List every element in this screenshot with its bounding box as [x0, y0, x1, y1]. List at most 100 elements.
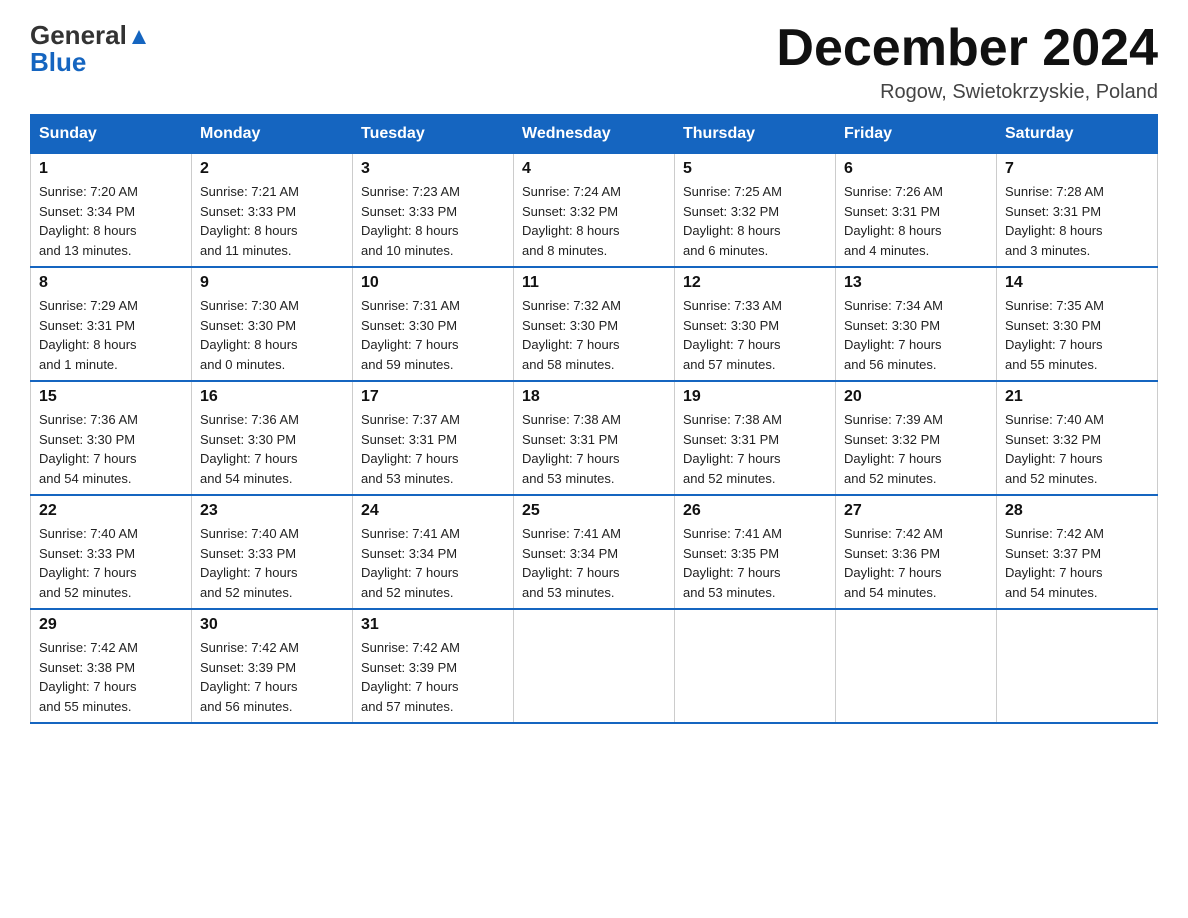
- calendar-cell-w3d5: 19 Sunrise: 7:38 AMSunset: 3:31 PMDayligh…: [675, 381, 836, 495]
- header-row: SundayMondayTuesdayWednesdayThursdayFrid…: [31, 115, 1158, 154]
- day-info: Sunrise: 7:38 AMSunset: 3:31 PMDaylight:…: [683, 410, 827, 488]
- day-number: 7: [1005, 160, 1149, 178]
- day-info: Sunrise: 7:40 AMSunset: 3:33 PMDaylight:…: [39, 524, 183, 602]
- day-number: 31: [361, 616, 505, 634]
- day-info: Sunrise: 7:41 AMSunset: 3:35 PMDaylight:…: [683, 524, 827, 602]
- calendar-cell-w5d7: [997, 609, 1158, 723]
- logo-triangle-icon: [128, 26, 150, 48]
- calendar-cell-w3d7: 21 Sunrise: 7:40 AMSunset: 3:32 PMDayligh…: [997, 381, 1158, 495]
- day-info: Sunrise: 7:25 AMSunset: 3:32 PMDaylight:…: [683, 182, 827, 260]
- day-info: Sunrise: 7:37 AMSunset: 3:31 PMDaylight:…: [361, 410, 505, 488]
- calendar-cell-w4d5: 26 Sunrise: 7:41 AMSunset: 3:35 PMDayligh…: [675, 495, 836, 609]
- calendar-cell-w5d6: [836, 609, 997, 723]
- logo-blue: Blue: [30, 47, 86, 78]
- day-info: Sunrise: 7:40 AMSunset: 3:33 PMDaylight:…: [200, 524, 344, 602]
- day-number: 2: [200, 160, 344, 178]
- calendar-cell-w5d3: 31 Sunrise: 7:42 AMSunset: 3:39 PMDayligh…: [353, 609, 514, 723]
- day-number: 14: [1005, 274, 1149, 292]
- calendar-header: SundayMondayTuesdayWednesdayThursdayFrid…: [31, 115, 1158, 154]
- day-info: Sunrise: 7:30 AMSunset: 3:30 PMDaylight:…: [200, 296, 344, 374]
- day-number: 23: [200, 502, 344, 520]
- day-info: Sunrise: 7:42 AMSunset: 3:39 PMDaylight:…: [361, 638, 505, 716]
- calendar-cell-w5d5: [675, 609, 836, 723]
- calendar-body: 1 Sunrise: 7:20 AMSunset: 3:34 PMDaylight…: [31, 154, 1158, 724]
- day-info: Sunrise: 7:42 AMSunset: 3:39 PMDaylight:…: [200, 638, 344, 716]
- day-info: Sunrise: 7:42 AMSunset: 3:36 PMDaylight:…: [844, 524, 988, 602]
- day-number: 29: [39, 616, 183, 634]
- day-info: Sunrise: 7:38 AMSunset: 3:31 PMDaylight:…: [522, 410, 666, 488]
- day-info: Sunrise: 7:39 AMSunset: 3:32 PMDaylight:…: [844, 410, 988, 488]
- header-sunday: Sunday: [31, 115, 192, 154]
- day-info: Sunrise: 7:40 AMSunset: 3:32 PMDaylight:…: [1005, 410, 1149, 488]
- calendar-cell-w3d2: 16 Sunrise: 7:36 AMSunset: 3:30 PMDayligh…: [192, 381, 353, 495]
- day-number: 21: [1005, 388, 1149, 406]
- day-number: 27: [844, 502, 988, 520]
- day-number: 19: [683, 388, 827, 406]
- day-info: Sunrise: 7:33 AMSunset: 3:30 PMDaylight:…: [683, 296, 827, 374]
- day-number: 1: [39, 160, 183, 178]
- day-number: 25: [522, 502, 666, 520]
- logo: General Blue: [30, 20, 150, 78]
- calendar-cell-w3d3: 17 Sunrise: 7:37 AMSunset: 3:31 PMDayligh…: [353, 381, 514, 495]
- day-info: Sunrise: 7:32 AMSunset: 3:30 PMDaylight:…: [522, 296, 666, 374]
- day-number: 6: [844, 160, 988, 178]
- calendar-cell-w2d7: 14 Sunrise: 7:35 AMSunset: 3:30 PMDayligh…: [997, 267, 1158, 381]
- calendar-cell-w1d6: 6 Sunrise: 7:26 AMSunset: 3:31 PMDaylight…: [836, 154, 997, 268]
- day-info: Sunrise: 7:42 AMSunset: 3:37 PMDaylight:…: [1005, 524, 1149, 602]
- day-info: Sunrise: 7:21 AMSunset: 3:33 PMDaylight:…: [200, 182, 344, 260]
- day-number: 28: [1005, 502, 1149, 520]
- day-info: Sunrise: 7:41 AMSunset: 3:34 PMDaylight:…: [361, 524, 505, 602]
- header-tuesday: Tuesday: [353, 115, 514, 154]
- calendar-cell-w2d5: 12 Sunrise: 7:33 AMSunset: 3:30 PMDayligh…: [675, 267, 836, 381]
- day-number: 26: [683, 502, 827, 520]
- day-number: 30: [200, 616, 344, 634]
- day-number: 3: [361, 160, 505, 178]
- day-number: 12: [683, 274, 827, 292]
- day-info: Sunrise: 7:35 AMSunset: 3:30 PMDaylight:…: [1005, 296, 1149, 374]
- day-info: Sunrise: 7:41 AMSunset: 3:34 PMDaylight:…: [522, 524, 666, 602]
- day-info: Sunrise: 7:26 AMSunset: 3:31 PMDaylight:…: [844, 182, 988, 260]
- day-info: Sunrise: 7:28 AMSunset: 3:31 PMDaylight:…: [1005, 182, 1149, 260]
- calendar-cell-w2d4: 11Sunrise: 7:32 AMSunset: 3:30 PMDayligh…: [514, 267, 675, 381]
- calendar-cell-w5d4: [514, 609, 675, 723]
- day-info: Sunrise: 7:31 AMSunset: 3:30 PMDaylight:…: [361, 296, 505, 374]
- day-info: Sunrise: 7:36 AMSunset: 3:30 PMDaylight:…: [39, 410, 183, 488]
- header-wednesday: Wednesday: [514, 115, 675, 154]
- calendar-cell-w2d2: 9Sunrise: 7:30 AMSunset: 3:30 PMDaylight…: [192, 267, 353, 381]
- calendar-cell-w3d1: 15Sunrise: 7:36 AMSunset: 3:30 PMDayligh…: [31, 381, 192, 495]
- day-info: Sunrise: 7:42 AMSunset: 3:38 PMDaylight:…: [39, 638, 183, 716]
- day-info: Sunrise: 7:20 AMSunset: 3:34 PMDaylight:…: [39, 182, 183, 260]
- calendar-cell-w1d1: 1 Sunrise: 7:20 AMSunset: 3:34 PMDaylight…: [31, 154, 192, 268]
- calendar-cell-w2d6: 13 Sunrise: 7:34 AMSunset: 3:30 PMDayligh…: [836, 267, 997, 381]
- calendar-cell-w4d4: 25 Sunrise: 7:41 AMSunset: 3:34 PMDayligh…: [514, 495, 675, 609]
- calendar-cell-w1d7: 7 Sunrise: 7:28 AMSunset: 3:31 PMDaylight…: [997, 154, 1158, 268]
- calendar-cell-w4d6: 27 Sunrise: 7:42 AMSunset: 3:36 PMDayligh…: [836, 495, 997, 609]
- day-number: 24: [361, 502, 505, 520]
- day-number: 5: [683, 160, 827, 178]
- location: Rogow, Swietokrzyskie, Poland: [776, 81, 1158, 104]
- day-number: 13: [844, 274, 988, 292]
- day-number: 17: [361, 388, 505, 406]
- week-row-2: 8Sunrise: 7:29 AMSunset: 3:31 PMDaylight…: [31, 267, 1158, 381]
- day-number: 16: [200, 388, 344, 406]
- calendar-cell-w2d1: 8Sunrise: 7:29 AMSunset: 3:31 PMDaylight…: [31, 267, 192, 381]
- calendar-table: SundayMondayTuesdayWednesdayThursdayFrid…: [30, 114, 1158, 724]
- calendar-cell-w5d1: 29 Sunrise: 7:42 AMSunset: 3:38 PMDayligh…: [31, 609, 192, 723]
- week-row-3: 15Sunrise: 7:36 AMSunset: 3:30 PMDayligh…: [31, 381, 1158, 495]
- day-info: Sunrise: 7:34 AMSunset: 3:30 PMDaylight:…: [844, 296, 988, 374]
- header-saturday: Saturday: [997, 115, 1158, 154]
- title-block: December 2024 Rogow, Swietokrzyskie, Pol…: [776, 20, 1158, 104]
- day-info: Sunrise: 7:29 AMSunset: 3:31 PMDaylight:…: [39, 296, 183, 374]
- day-number: 18: [522, 388, 666, 406]
- day-number: 10: [361, 274, 505, 292]
- day-number: 20: [844, 388, 988, 406]
- week-row-4: 22Sunrise: 7:40 AMSunset: 3:33 PMDayligh…: [31, 495, 1158, 609]
- day-number: 4: [522, 160, 666, 178]
- calendar-cell-w1d3: 3Sunrise: 7:23 AMSunset: 3:33 PMDaylight…: [353, 154, 514, 268]
- month-title: December 2024: [776, 20, 1158, 77]
- calendar-cell-w1d4: 4Sunrise: 7:24 AMSunset: 3:32 PMDaylight…: [514, 154, 675, 268]
- calendar-cell-w4d1: 22Sunrise: 7:40 AMSunset: 3:33 PMDayligh…: [31, 495, 192, 609]
- header-thursday: Thursday: [675, 115, 836, 154]
- day-info: Sunrise: 7:36 AMSunset: 3:30 PMDaylight:…: [200, 410, 344, 488]
- calendar-cell-w3d6: 20 Sunrise: 7:39 AMSunset: 3:32 PMDayligh…: [836, 381, 997, 495]
